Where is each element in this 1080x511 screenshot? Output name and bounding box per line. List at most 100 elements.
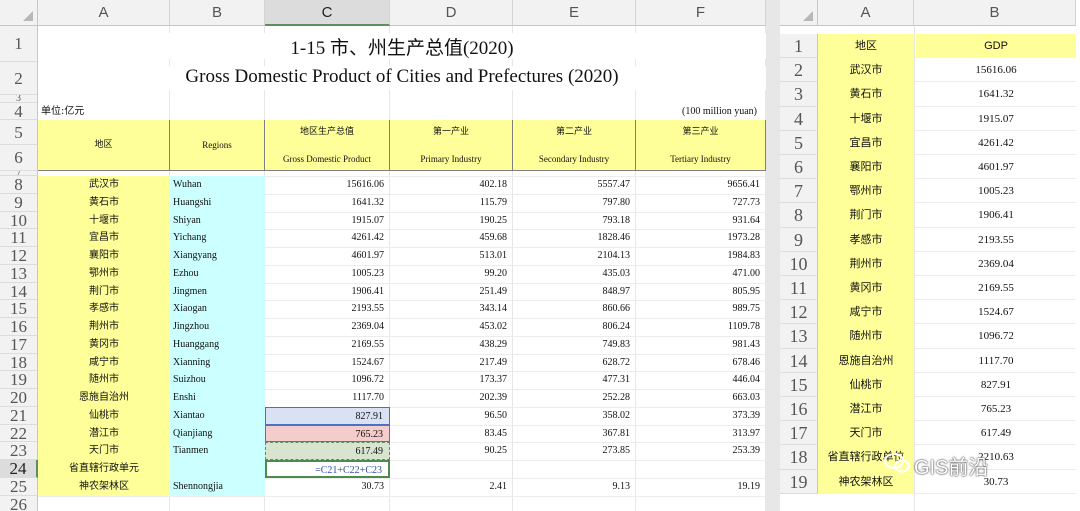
- region-cell[interactable]: 荆门市: [818, 203, 914, 228]
- secondary-cell[interactable]: 9.13: [513, 478, 636, 496]
- tertiary-cell[interactable]: 9656.41: [636, 176, 766, 194]
- tertiary-cell[interactable]: 989.75: [636, 300, 766, 318]
- primary-cell[interactable]: 513.01: [390, 247, 513, 265]
- gdp-cell[interactable]: 30.73: [265, 478, 390, 496]
- region-cn-cell[interactable]: 仙桃市: [38, 406, 170, 425]
- row-header-2[interactable]: 2: [780, 58, 818, 83]
- row-header-9[interactable]: 9: [780, 227, 818, 252]
- row-header-26[interactable]: 26: [0, 495, 38, 511]
- tertiary-cell[interactable]: 981.43: [636, 336, 766, 354]
- gdp-cell[interactable]: 617.49: [916, 421, 1076, 445]
- header-gdp-cell[interactable]: GDP: [916, 34, 1076, 59]
- gdp-cell[interactable]: 4601.97: [265, 247, 390, 265]
- secondary-cell[interactable]: 860.66: [513, 300, 636, 318]
- secondary-cell[interactable]: 367.81: [513, 425, 636, 443]
- tertiary-cell[interactable]: 727.73: [636, 194, 766, 212]
- column-header-a[interactable]: A: [38, 0, 170, 26]
- gdp-cell-c22[interactable]: 765.23: [265, 424, 390, 443]
- gdp-cell-c23[interactable]: 617.49: [265, 442, 390, 460]
- region-en-cell[interactable]: Huanggang: [170, 335, 265, 354]
- tertiary-cell[interactable]: 1973.28: [636, 229, 766, 247]
- row-header-10[interactable]: 10: [0, 211, 38, 230]
- region-en-cell[interactable]: Suizhou: [170, 371, 265, 389]
- region-en-cell[interactable]: Xiaogan: [170, 300, 265, 318]
- secondary-cell[interactable]: [513, 460, 636, 478]
- region-cell[interactable]: 十堰市: [818, 106, 914, 131]
- region-en-cell[interactable]: Ezhou: [170, 264, 265, 283]
- tertiary-cell[interactable]: 678.46: [636, 354, 766, 372]
- row-header-13[interactable]: 13: [780, 324, 818, 349]
- primary-cell[interactable]: 83.45: [390, 425, 513, 443]
- secondary-cell[interactable]: 2104.13: [513, 247, 636, 265]
- secondary-cell[interactable]: 435.03: [513, 265, 636, 283]
- row-header-1[interactable]: 1: [780, 34, 818, 59]
- row-header-15[interactable]: 15: [780, 372, 818, 397]
- row-header-1[interactable]: 1: [0, 26, 38, 62]
- region-cn-cell[interactable]: 荆州市: [38, 318, 170, 336]
- region-en-cell[interactable]: Enshi: [170, 389, 265, 407]
- tertiary-cell[interactable]: 253.39: [636, 442, 766, 460]
- row-header-18[interactable]: 18: [0, 353, 38, 372]
- gdp-cell[interactable]: 1906.41: [265, 283, 390, 301]
- region-cn-cell[interactable]: 随州市: [38, 371, 170, 389]
- gdp-cell[interactable]: 1117.70: [265, 389, 390, 407]
- region-en-cell[interactable]: Xiantao: [170, 406, 265, 425]
- region-cn-cell[interactable]: 省直辖行政单元: [38, 460, 170, 478]
- region-cell[interactable]: 武汉市: [818, 58, 914, 83]
- tertiary-cell[interactable]: 805.95: [636, 283, 766, 301]
- gdp-cell[interactable]: 1524.67: [916, 300, 1076, 324]
- gdp-cell[interactable]: 4261.42: [916, 131, 1076, 155]
- region-cell[interactable]: 孝感市: [818, 227, 914, 252]
- primary-cell[interactable]: 190.25: [390, 212, 513, 230]
- gdp-cell[interactable]: 4261.42: [265, 229, 390, 247]
- row-header-6[interactable]: 6: [0, 145, 38, 171]
- row-header-8[interactable]: 8: [780, 203, 818, 228]
- region-cn-cell[interactable]: 神农架林区: [38, 477, 170, 496]
- gdp-cell[interactable]: 2369.04: [916, 252, 1076, 276]
- row-header-9[interactable]: 9: [0, 193, 38, 212]
- secondary-cell[interactable]: 252.28: [513, 389, 636, 407]
- region-en-cell[interactable]: Huangshi: [170, 193, 265, 212]
- row-header-15[interactable]: 15: [0, 300, 38, 318]
- tertiary-cell[interactable]: 1984.83: [636, 247, 766, 265]
- secondary-cell[interactable]: 749.83: [513, 336, 636, 354]
- select-all-corner[interactable]: [0, 0, 38, 26]
- region-cell[interactable]: 随州市: [818, 324, 914, 349]
- region-en-cell[interactable]: Jingmen: [170, 282, 265, 301]
- row-header-23[interactable]: 23: [0, 442, 38, 460]
- primary-cell[interactable]: 115.79: [390, 194, 513, 212]
- tertiary-cell[interactable]: 931.64: [636, 212, 766, 230]
- column-header-c[interactable]: C: [265, 0, 390, 26]
- secondary-cell[interactable]: 358.02: [513, 407, 636, 425]
- tertiary-cell[interactable]: 663.03: [636, 389, 766, 407]
- region-cell[interactable]: 天门市: [818, 421, 914, 446]
- region-cn-cell[interactable]: 潜江市: [38, 424, 170, 443]
- column-header-b[interactable]: B: [914, 0, 1076, 26]
- region-en-cell[interactable]: Tianmen: [170, 442, 265, 460]
- gdp-cell[interactable]: 2193.55: [916, 228, 1076, 252]
- region-en-cell[interactable]: Wuhan: [170, 176, 265, 194]
- region-en-cell[interactable]: Xianning: [170, 353, 265, 372]
- primary-cell[interactable]: 96.50: [390, 407, 513, 425]
- row-header-3[interactable]: 3: [0, 95, 38, 103]
- primary-cell[interactable]: 251.49: [390, 283, 513, 301]
- gdp-cell[interactable]: 1005.23: [916, 179, 1076, 203]
- gdp-cell[interactable]: 2169.55: [916, 276, 1076, 300]
- gdp-cell[interactable]: 765.23: [916, 397, 1076, 421]
- row-header-16[interactable]: 16: [780, 397, 818, 422]
- region-en-cell[interactable]: Shennongjia: [170, 477, 265, 496]
- row-header-25[interactable]: 25: [0, 477, 38, 496]
- row-header-6[interactable]: 6: [780, 155, 818, 180]
- region-cn-cell[interactable]: 孝感市: [38, 300, 170, 318]
- formula-cell-c24[interactable]: =C21+C22+C23: [265, 460, 390, 478]
- gdp-cell[interactable]: 1096.72: [916, 324, 1076, 348]
- region-cell[interactable]: 黄石市: [818, 82, 914, 107]
- column-header-d[interactable]: D: [390, 0, 513, 26]
- region-en-cell[interactable]: Shiyan: [170, 211, 265, 230]
- primary-cell[interactable]: 99.20: [390, 265, 513, 283]
- column-header-e[interactable]: E: [513, 0, 636, 26]
- gdp-cell[interactable]: 2369.04: [265, 318, 390, 336]
- primary-cell[interactable]: 453.02: [390, 318, 513, 336]
- gdp-cell[interactable]: 15616.06: [916, 58, 1076, 82]
- tertiary-cell[interactable]: 19.19: [636, 478, 766, 496]
